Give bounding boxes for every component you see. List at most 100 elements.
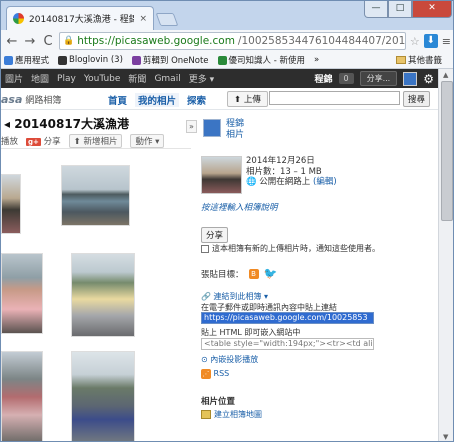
- bloglovin-icon: [58, 55, 68, 65]
- tab-home[interactable]: 首頁: [108, 93, 127, 107]
- add-photo-button[interactable]: ⬆ 新增相片: [68, 133, 123, 148]
- embed-slideshow-link[interactable]: ⊙ 內嵌投影播放: [201, 354, 258, 365]
- link-to-album[interactable]: 🔗 連結到此相簿 ▾: [201, 291, 268, 302]
- gbar-play[interactable]: Play: [57, 74, 76, 84]
- blogger-icon[interactable]: B: [248, 268, 259, 279]
- search-input[interactable]: [269, 91, 400, 105]
- reload-icon[interactable]: C: [41, 34, 55, 49]
- search-button[interactable]: 搜尋: [403, 91, 431, 107]
- photo-thumbnail[interactable]: [1, 174, 21, 234]
- tab-my-photos[interactable]: 我的相片: [135, 93, 180, 107]
- bookmark-knowledge[interactable]: 優司知識人 - 新使用: [217, 54, 305, 66]
- gbar-share-button[interactable]: 分享...: [359, 71, 398, 86]
- create-map-link[interactable]: 建立相簿地圖: [201, 409, 262, 420]
- actions-button[interactable]: 動作 ▾: [130, 133, 165, 148]
- album-url-field[interactable]: https://picasaweb.google.com/10025853: [201, 312, 374, 324]
- scroll-down-icon[interactable]: ▼: [443, 433, 448, 441]
- onenote-icon: [131, 55, 141, 65]
- folder-icon: [395, 56, 406, 64]
- bookmarks-bar: 應用程式 Bloglovin (3) 剪輯到 OneNote 優司知識人 - 新…: [1, 52, 453, 69]
- gplus-icon: g+: [26, 137, 41, 146]
- visibility: 公開在網路上: [259, 177, 311, 187]
- gbar-user[interactable]: 程錦: [314, 72, 332, 85]
- back-arrow-icon[interactable]: ←: [5, 34, 19, 49]
- window-controls: — □ ✕: [364, 1, 452, 18]
- upload-icon: ⬆: [73, 136, 81, 147]
- owner-name[interactable]: 程錦: [226, 119, 244, 130]
- scrollbar-thumb[interactable]: [441, 81, 453, 221]
- globe-icon: 🌐: [246, 177, 257, 187]
- embed-code-field[interactable]: <table style="width:194px;"><tr><td alig…: [201, 338, 374, 350]
- user-avatar[interactable]: [403, 71, 418, 86]
- back-arrow-icon[interactable]: ◂: [4, 117, 10, 131]
- owner-photos-link[interactable]: 相片: [226, 130, 244, 141]
- picasa-page: asa 網路相簿 首頁 我的相片 探索 ⬆ 上傳 搜尋 ◂ 20140817大溪漁…: [1, 88, 438, 441]
- twitter-icon[interactable]: 🐦: [264, 267, 278, 280]
- gbar-maps[interactable]: 地圖: [31, 72, 49, 85]
- rss-link[interactable]: ⋰ RSS: [201, 369, 229, 379]
- notify-option: 這本相簿有新的上傳相片時，通知這些使用者。: [201, 243, 380, 254]
- photo-thumbnail[interactable]: [71, 253, 135, 337]
- minimize-button[interactable]: —: [364, 1, 388, 18]
- url-path: /100258534476104484407/20140: [237, 35, 406, 47]
- owner-avatar[interactable]: [203, 119, 221, 137]
- edit-visibility-link[interactable]: (編輯): [313, 177, 337, 187]
- notify-label: 這本相簿有新的上傳相片時，通知這些使用者。: [212, 244, 380, 253]
- post-to: 張貼目標： B 🐦: [201, 267, 277, 280]
- close-window-button[interactable]: ✕: [412, 1, 452, 18]
- bookmark-more-button[interactable]: »: [314, 55, 319, 65]
- address-bar[interactable]: 🔒 https://picasaweb.google.com/100258534…: [59, 32, 406, 50]
- notify-checkbox[interactable]: [201, 244, 209, 253]
- album-count: 相片數：13 – 1 MB: [246, 166, 322, 177]
- album-title: ◂ 20140817大溪漁港: [4, 117, 130, 131]
- slideshow-button[interactable]: 播放: [1, 135, 18, 147]
- lock-icon: 🔒: [63, 36, 75, 46]
- forward-arrow-icon[interactable]: →: [23, 34, 37, 49]
- browser-toolbar: ← → C 🔒 https://picasaweb.google.com/100…: [1, 30, 453, 52]
- bookmark-onenote[interactable]: 剪輯到 OneNote: [131, 54, 209, 66]
- photo-thumbnail[interactable]: [1, 253, 43, 334]
- browser-window: 20140817大溪漁港 - 程錦 × — □ ✕ ← → C 🔒 https:…: [0, 0, 454, 442]
- scroll-up-icon[interactable]: ▲: [443, 71, 448, 79]
- bookmark-apps[interactable]: 應用程式: [4, 54, 49, 66]
- collapse-panel-button[interactable]: »: [186, 120, 197, 133]
- gplus-share[interactable]: g+ 分享: [26, 135, 61, 147]
- rss-icon: ⋰: [201, 369, 211, 379]
- gbar-news[interactable]: 新聞: [128, 72, 146, 85]
- gear-icon[interactable]: ⚙: [423, 72, 434, 86]
- album-info-panel: 程錦 相片 2014年12月26日 相片數：13 – 1 MB 🌐 公開在網路上…: [198, 110, 438, 441]
- picasa-logo[interactable]: asa 網路相簿: [1, 93, 61, 106]
- upload-button[interactable]: ⬆ 上傳: [227, 91, 268, 107]
- chrome-menu-icon[interactable]: ≡: [442, 35, 451, 48]
- album-cover[interactable]: [201, 156, 242, 194]
- gbar-gmail[interactable]: Gmail: [154, 74, 180, 84]
- album-description-link[interactable]: 按這裡輸入相簿說明: [201, 201, 278, 213]
- picasa-favicon-icon: [13, 13, 24, 24]
- bookmark-star-icon[interactable]: ☆: [410, 35, 420, 48]
- tab-explore[interactable]: 探索: [187, 93, 206, 107]
- new-tab-button[interactable]: [155, 13, 179, 26]
- picasa-header: asa 網路相簿 首頁 我的相片 探索 ⬆ 上傳 搜尋: [1, 88, 438, 110]
- photo-location-title: 相片位置: [201, 397, 236, 407]
- gbar-images[interactable]: 圖片: [5, 72, 23, 85]
- maximize-button[interactable]: □: [388, 1, 412, 18]
- browser-tab[interactable]: 20140817大溪漁港 - 程錦 ×: [6, 6, 154, 30]
- gbar-more[interactable]: 更多 ▾: [189, 72, 214, 85]
- photo-thumbnail[interactable]: [61, 165, 130, 226]
- page-scrollbar[interactable]: ▲ ▼: [438, 69, 453, 441]
- notification-count[interactable]: 0: [338, 73, 354, 84]
- gbar-youtube[interactable]: YouTube: [84, 74, 121, 84]
- google-bar: 圖片 地圖 Play YouTube 新聞 Gmail 更多 ▾ 程錦 0 分享…: [1, 69, 438, 88]
- bookmark-bloglovin[interactable]: Bloglovin (3): [58, 55, 123, 65]
- album-toolbar: 播放 g+ 分享 ⬆ 新增相片 動作 ▾: [1, 133, 191, 149]
- other-bookmarks[interactable]: 其他書籤: [395, 54, 452, 66]
- download-extension-icon[interactable]: ⬇: [423, 34, 438, 48]
- post-to-label: 張貼目標：: [201, 269, 244, 280]
- photo-thumbnail[interactable]: [1, 351, 43, 441]
- photo-thumbnail[interactable]: [71, 351, 135, 441]
- tab-close-icon[interactable]: ×: [139, 14, 147, 24]
- album-meta: 2014年12月26日 相片數：13 – 1 MB 🌐 公開在網路上 (編輯): [246, 156, 337, 188]
- tab-strip: 20140817大溪漁港 - 程錦 × — □ ✕: [1, 1, 453, 30]
- embed-hint: 貼上 HTML 即可嵌入網站中: [201, 328, 301, 337]
- share-button[interactable]: 分享: [201, 227, 229, 243]
